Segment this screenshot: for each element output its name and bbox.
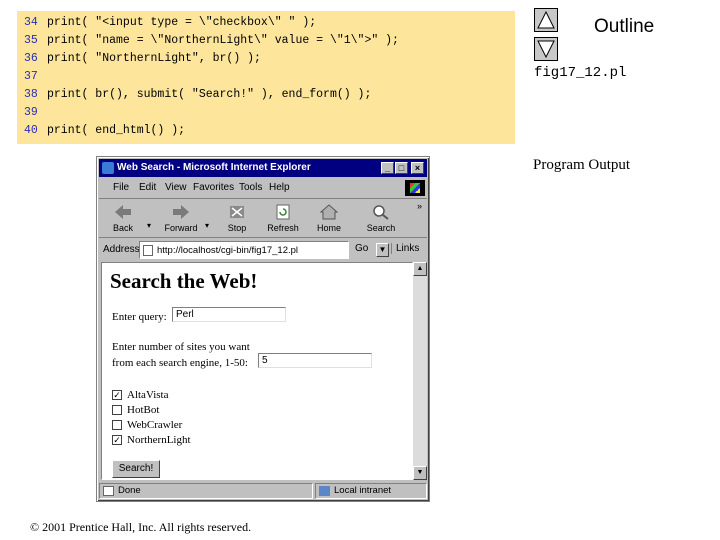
forward-arrow-icon	[173, 205, 189, 219]
engine-label: AltaVista	[127, 389, 169, 401]
line-number: 37	[24, 70, 38, 83]
search-button[interactable]: Search	[361, 201, 401, 237]
page-content: Search the Web! Enter query: Perl Enter …	[101, 262, 413, 480]
toolbar: Back ▾ Forward ▾ Stop Refresh Home Searc…	[99, 198, 427, 238]
back-button[interactable]: Back	[103, 201, 143, 237]
menu-help[interactable]: Help	[269, 179, 290, 197]
address-value: http://localhost/cgi-bin/fig17_12.pl	[157, 245, 299, 256]
forward-button[interactable]: Forward	[161, 201, 201, 237]
refresh-label: Refresh	[267, 223, 299, 233]
engine-label: WebCrawler	[127, 419, 183, 431]
title-bar[interactable]: Web Search - Microsoft Internet Explorer…	[99, 159, 427, 177]
status-left: Done	[99, 483, 313, 499]
search-icon	[373, 205, 389, 220]
copyright-notice: © 2001 Prentice Hall, Inc. All rights re…	[30, 520, 252, 534]
zone-text: Local intranet	[334, 485, 392, 496]
home-label: Home	[316, 223, 341, 233]
status-bar: Done Local intranet	[99, 483, 427, 499]
line-number: 34	[24, 16, 38, 29]
code-text: print( end_html() );	[47, 124, 186, 137]
code-text: print( br(), submit( "Search!" ), end_fo…	[47, 88, 372, 101]
engine-label: HotBot	[127, 404, 160, 416]
code-text: print( "NorthernLight", br() );	[47, 52, 261, 65]
checkbox-altavista[interactable]: ✓	[112, 390, 122, 400]
query-input[interactable]: Perl	[172, 307, 286, 322]
query-label: Enter query:	[112, 311, 167, 323]
menu-favorites[interactable]: Favorites	[193, 179, 234, 197]
address-bar: Address http://localhost/cgi-bin/fig17_1…	[99, 240, 427, 260]
address-label: Address	[103, 244, 140, 255]
search-submit-button[interactable]: Search!	[112, 460, 160, 478]
menu-bar: File Edit View Favorites Tools Help	[99, 179, 427, 197]
line-number: 39	[24, 106, 38, 119]
minimize-button[interactable]: _	[381, 162, 394, 174]
line-number: 38	[24, 88, 38, 101]
count-input[interactable]: 5	[258, 353, 372, 368]
window-title: Web Search - Microsoft Internet Explorer	[117, 162, 311, 173]
menu-tools[interactable]: Tools	[239, 179, 262, 197]
status-zone: Local intranet	[315, 483, 427, 499]
stop-button[interactable]: Stop	[217, 201, 257, 237]
code-panel: 34 print( "<input type = \"checkbox\" " )…	[17, 11, 515, 144]
count-label: from each search engine, 1-50:	[112, 357, 248, 369]
triangle-up-icon	[537, 10, 555, 29]
count-label: Enter number of sites you want	[112, 341, 250, 353]
checkbox-hotbot[interactable]	[112, 405, 122, 415]
vertical-scrollbar[interactable]: ▲ ▼	[413, 262, 427, 480]
refresh-button[interactable]: Refresh	[263, 201, 303, 237]
address-input[interactable]: http://localhost/cgi-bin/fig17_12.pl ▼	[139, 241, 389, 259]
line-number: 36	[24, 52, 38, 65]
maximize-button[interactable]: □	[395, 162, 408, 174]
page-icon	[143, 245, 153, 256]
line-number: 35	[24, 34, 38, 47]
checkbox-webcrawler[interactable]	[112, 420, 122, 430]
triangle-down-icon	[537, 40, 555, 59]
program-output-label: Program Output	[533, 157, 631, 173]
scroll-down-icon[interactable]: ▼	[413, 466, 427, 480]
windows-logo-icon	[405, 180, 425, 196]
forward-label: Forward	[164, 223, 198, 233]
line-number: 40	[24, 124, 38, 137]
figure-label: fig17_12.pl	[534, 65, 627, 81]
menu-edit[interactable]: Edit	[139, 179, 156, 197]
engine-label: NorthernLight	[127, 434, 191, 446]
code-text: print( "<input type = \"checkbox\" " );	[47, 16, 317, 29]
stop-label: Stop	[227, 223, 247, 233]
previous-slide-button[interactable]	[534, 8, 558, 32]
ie-logo-icon	[102, 162, 114, 174]
stop-icon	[230, 206, 244, 218]
page-done-icon	[103, 486, 114, 496]
menu-view[interactable]: View	[165, 179, 187, 197]
back-label: Back	[112, 223, 133, 233]
intranet-icon	[319, 486, 330, 496]
refresh-icon	[276, 204, 290, 220]
status-text: Done	[118, 485, 141, 496]
home-button[interactable]: Home	[309, 201, 349, 237]
chevron-right-icon[interactable]: »	[417, 201, 422, 211]
scroll-up-icon[interactable]: ▲	[413, 262, 427, 276]
back-arrow-icon	[115, 205, 131, 219]
next-slide-button[interactable]	[534, 37, 558, 61]
links-button[interactable]: Links	[391, 243, 419, 254]
page-heading: Search the Web!	[110, 269, 258, 293]
chevron-down-icon[interactable]: ▼	[376, 243, 389, 257]
code-text: print( "name = \"NorthernLight\" value =…	[47, 34, 399, 47]
search-label: Search	[366, 223, 396, 233]
menu-file[interactable]: File	[113, 179, 129, 197]
checkbox-northernlight[interactable]: ✓	[112, 435, 122, 445]
go-button[interactable]: Go	[355, 243, 368, 254]
home-icon	[319, 204, 339, 220]
close-button[interactable]: ×	[411, 162, 424, 174]
browser-window: Web Search - Microsoft Internet Explorer…	[96, 156, 430, 502]
chevron-down-icon[interactable]: ▾	[205, 221, 209, 230]
outline-title[interactable]: Outline	[594, 16, 654, 38]
chevron-down-icon[interactable]: ▾	[147, 221, 151, 230]
